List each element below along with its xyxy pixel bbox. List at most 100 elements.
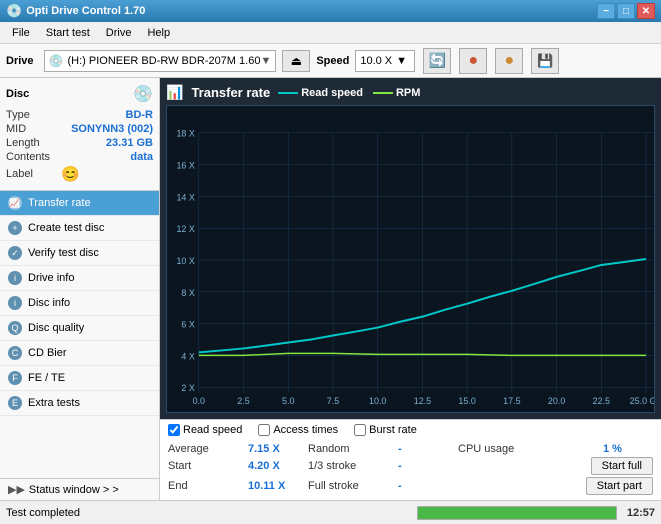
svg-text:6 X: 6 X xyxy=(181,320,194,330)
eject-button[interactable]: ⏏ xyxy=(282,50,310,72)
chart-controls: Read speed Access times Burst rate xyxy=(160,419,661,440)
menubar: File Start test Drive Help xyxy=(0,22,661,44)
refresh-icon: 🔄 xyxy=(429,52,446,69)
disc-quality-icon: Q xyxy=(8,321,22,335)
mid-value: SONYNN3 (002) xyxy=(71,123,153,135)
svg-text:5.0: 5.0 xyxy=(282,396,294,406)
rpm-legend-label: RPM xyxy=(396,87,420,99)
access-times-checkbox-item[interactable]: Access times xyxy=(258,424,338,436)
svg-text:15.0: 15.0 xyxy=(458,396,475,406)
read-speed-checkbox[interactable] xyxy=(168,424,180,436)
svg-text:7.5: 7.5 xyxy=(327,396,339,406)
one-third-label: 1/3 stroke xyxy=(308,460,398,472)
length-label: Length xyxy=(6,137,40,149)
close-button[interactable]: ✕ xyxy=(637,3,655,19)
read-speed-checkbox-label: Read speed xyxy=(183,424,242,436)
svg-text:2.5: 2.5 xyxy=(237,396,249,406)
sidebar-item-extra-tests[interactable]: E Extra tests xyxy=(0,391,159,416)
svg-text:12.5: 12.5 xyxy=(414,396,431,406)
nav-cd-bier-label: CD Bier xyxy=(28,347,67,359)
statusbar: Test completed 12:57 xyxy=(0,500,661,524)
menu-file[interactable]: File xyxy=(4,25,38,41)
legend-read-speed: Read speed xyxy=(278,87,363,99)
disc-type-row: Type BD-R xyxy=(6,108,153,122)
svg-text:10.0: 10.0 xyxy=(369,396,386,406)
sidebar-nav: 📈 Transfer rate + Create test disc ✓ Ver… xyxy=(0,191,159,500)
disc2-icon: ● xyxy=(505,52,515,70)
svg-text:17.5: 17.5 xyxy=(503,396,520,406)
save-icon: 💾 xyxy=(537,53,553,69)
full-stroke-value: - xyxy=(398,480,458,492)
chart-legend: Read speed RPM xyxy=(278,87,420,99)
nav-transfer-rate-label: Transfer rate xyxy=(28,197,91,209)
disc-contents-row: Contents data xyxy=(6,150,153,164)
menu-help[interactable]: Help xyxy=(139,25,178,41)
svg-text:0.0: 0.0 xyxy=(193,396,205,406)
progress-bar xyxy=(417,506,617,520)
start-part-button[interactable]: Start part xyxy=(586,477,653,495)
svg-text:16 X: 16 X xyxy=(176,161,194,171)
nav-disc-quality-label: Disc quality xyxy=(28,322,84,334)
type-value: BD-R xyxy=(126,109,154,121)
transfer-rate-icon: 📈 xyxy=(8,196,22,210)
refresh-button[interactable]: 🔄 xyxy=(423,48,451,74)
status-window-arrow-icon: ▶▶ xyxy=(8,483,25,496)
save-button[interactable]: 💾 xyxy=(531,48,559,74)
cpu-usage-label: CPU usage xyxy=(458,443,603,455)
toolbar-disc-button[interactable]: ● xyxy=(459,48,487,74)
svg-text:12 X: 12 X xyxy=(176,224,194,234)
stats-area: Average 7.15 X Random - CPU usage 1 % St… xyxy=(160,440,661,500)
menu-drive[interactable]: Drive xyxy=(98,25,140,41)
disc-section-label: Disc xyxy=(6,88,29,100)
minimize-button[interactable]: − xyxy=(597,3,615,19)
status-window-button[interactable]: ▶▶ Status window > > xyxy=(0,478,159,500)
sidebar-item-transfer-rate[interactable]: 📈 Transfer rate xyxy=(0,191,159,216)
contents-value[interactable]: data xyxy=(130,151,153,163)
verify-test-disc-icon: ✓ xyxy=(8,246,22,260)
chart-icon: 📊 xyxy=(166,84,183,101)
speed-value: 10.0 X xyxy=(360,55,392,67)
disc-label-row: Label 😊 xyxy=(6,164,153,184)
svg-text:20.0: 20.0 xyxy=(548,396,565,406)
sidebar-item-disc-quality[interactable]: Q Disc quality xyxy=(0,316,159,341)
label-key: Label xyxy=(6,168,61,180)
svg-text:18 X: 18 X xyxy=(176,129,194,139)
menu-start-test[interactable]: Start test xyxy=(38,25,98,41)
sidebar-item-cd-bier[interactable]: C CD Bier xyxy=(0,341,159,366)
drive-dropdown-arrow: ▼ xyxy=(260,55,271,67)
sidebar-item-fe-te[interactable]: F FE / TE xyxy=(0,366,159,391)
extra-tests-icon: E xyxy=(8,396,22,410)
random-label: Random xyxy=(308,443,398,455)
app-icon: 💿 xyxy=(6,3,22,19)
sidebar-item-verify-test-disc[interactable]: ✓ Verify test disc xyxy=(0,241,159,266)
status-window-label: Status window > > xyxy=(29,484,119,496)
sidebar-item-drive-info[interactable]: i Drive info xyxy=(0,266,159,291)
disc-emoji-button[interactable]: 💿 xyxy=(133,84,153,104)
label-emoji[interactable]: 😊 xyxy=(61,165,80,183)
chart-svg: 18 X 16 X 14 X 12 X 10 X 8 X 6 X 4 X 2 X… xyxy=(167,106,654,412)
content-area: 📊 Transfer rate Read speed RPM xyxy=(160,78,661,500)
drive-selector[interactable]: 💿 (H:) PIONEER BD-RW BDR-207M 1.60 ▼ xyxy=(44,50,277,72)
read-speed-checkbox-item[interactable]: Read speed xyxy=(168,424,242,436)
main-layout: Disc 💿 Type BD-R MID SONYNN3 (002) Lengt… xyxy=(0,78,661,500)
access-times-checkbox[interactable] xyxy=(258,424,270,436)
speed-dropdown-arrow: ▼ xyxy=(396,55,407,67)
svg-text:22.5: 22.5 xyxy=(593,396,610,406)
sidebar-item-create-test-disc[interactable]: + Create test disc xyxy=(0,216,159,241)
svg-text:14 X: 14 X xyxy=(176,192,194,202)
sidebar-item-disc-info[interactable]: i Disc info xyxy=(0,291,159,316)
titlebar: 💿 Opti Drive Control 1.70 − □ ✕ xyxy=(0,0,661,22)
status-time: 12:57 xyxy=(627,507,655,519)
burst-rate-checkbox[interactable] xyxy=(354,424,366,436)
disc-icon: ● xyxy=(469,52,479,70)
nav-drive-info-label: Drive info xyxy=(28,272,74,284)
speed-selector[interactable]: 10.0 X ▼ xyxy=(355,50,415,72)
nav-verify-test-disc-label: Verify test disc xyxy=(28,247,99,259)
chart-title: Transfer rate xyxy=(191,85,270,100)
toolbar-disc2-button[interactable]: ● xyxy=(495,48,523,74)
maximize-button[interactable]: □ xyxy=(617,3,635,19)
start-full-button[interactable]: Start full xyxy=(591,457,653,475)
burst-rate-checkbox-item[interactable]: Burst rate xyxy=(354,424,417,436)
stats-row-2: Start 4.20 X 1/3 stroke - Start full xyxy=(168,456,653,476)
chart-header: 📊 Transfer rate Read speed RPM xyxy=(166,84,655,101)
